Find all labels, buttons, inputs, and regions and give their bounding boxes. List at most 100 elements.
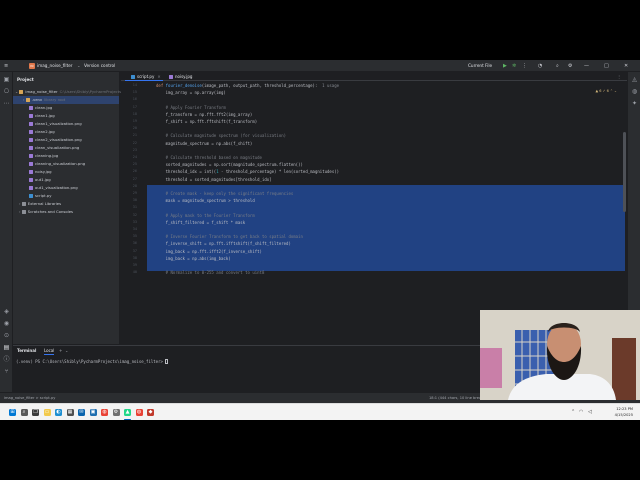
taskbar-edge-icon[interactable]: ◐ <box>55 409 62 416</box>
project-panel-title[interactable]: Project <box>17 77 34 82</box>
line-number: 24 <box>132 155 137 159</box>
python-packages-icon[interactable]: ◈ <box>3 308 10 315</box>
tree-item[interactable]: › Scratches and Consoles <box>13 208 119 216</box>
code-line[interactable]: f_shift_filtered = f_shift * mask <box>156 219 245 226</box>
tree-item[interactable]: cleaning.jpg <box>13 152 119 160</box>
more-tabs-icon[interactable]: ⋮ <box>617 72 621 81</box>
code-line[interactable]: # Calculate threshold based on magnitude <box>156 154 262 161</box>
tab-noisy-jpg[interactable]: noisy.jpg <box>165 72 203 81</box>
notifications-icon[interactable]: ◬ <box>631 76 638 83</box>
tab-script-py[interactable]: script.py ✕ <box>125 72 163 81</box>
problems-icon[interactable]: ⓘ <box>3 356 10 363</box>
breadcrumb[interactable]: imag_noise_filter > script.py <box>4 396 55 401</box>
code-line[interactable]: img_array = np.array(img) <box>156 89 226 96</box>
code-line[interactable]: # Create mask - keep only the significan… <box>156 190 294 197</box>
taskbar-settings-icon[interactable]: ⚙ <box>112 409 120 416</box>
python-console-icon[interactable]: ◉ <box>3 320 10 327</box>
tab-local[interactable]: Local <box>44 346 55 355</box>
taskbar-start-icon[interactable]: ⊞ <box>9 409 16 416</box>
user-icon[interactable]: ◔ <box>538 63 542 69</box>
database-icon[interactable]: ◍ <box>631 88 638 95</box>
debug-icon[interactable]: ✲ <box>512 63 516 69</box>
more-tools-icon[interactable]: ⋯ <box>3 100 10 107</box>
code-line[interactable]: f_transform = np.fft.fft2(img_array) <box>156 111 253 118</box>
run-icon[interactable]: ▶ <box>503 63 507 69</box>
close-icon[interactable]: ✕ <box>157 74 160 79</box>
folder-icon <box>19 89 24 94</box>
project-badge[interactable]: IN <box>29 63 35 69</box>
tree-item[interactable]: › .venv library root <box>13 96 119 104</box>
taskbar-photos-icon[interactable]: ▣ <box>89 409 97 416</box>
terminal-tool-icon[interactable]: ▤ <box>3 344 10 351</box>
code-line[interactable]: img_back = np.fft.ifft2(f_inverse_shift) <box>156 248 262 255</box>
code-line[interactable]: # Calculate magnitude spectrum (for visu… <box>156 132 286 139</box>
taskbar-chrome2-icon[interactable]: ◍ <box>135 409 143 416</box>
image-file-icon <box>169 74 173 79</box>
close-button[interactable]: ✕ <box>624 63 628 69</box>
more-icon[interactable]: ⋮ <box>522 63 527 69</box>
services-icon[interactable]: ⊙ <box>3 332 10 339</box>
new-tab-icon[interactable]: + <box>59 346 62 355</box>
minimize-button[interactable]: — <box>584 63 589 69</box>
chevron-up-icon[interactable]: ⌃ <box>571 409 575 416</box>
commit-tool-icon[interactable]: ⎔ <box>3 88 10 95</box>
taskbar-search-icon[interactable]: ⌕ <box>20 409 28 416</box>
hamburger-menu-icon[interactable]: ≡ <box>4 63 8 69</box>
project-selector[interactable]: imag_noise_filter <box>37 63 73 69</box>
taskbar-explorer-icon[interactable]: ▭ <box>43 409 51 416</box>
tree-item[interactable]: clean2_visualization.png <box>13 136 119 144</box>
tree-item[interactable]: clean1_visualization.png <box>13 120 119 128</box>
code-line[interactable]: sorted_magnitudes = np.sort(magnitude_sp… <box>156 161 303 168</box>
taskbar-mail-icon[interactable]: ✉ <box>78 409 85 416</box>
wifi-icon[interactable]: ◠ <box>579 409 583 416</box>
code-line[interactable]: # Normalize to 0-255 and convert to uint… <box>156 269 265 276</box>
code-area[interactable]: def fourier_denoise(image_path, output_p… <box>147 82 627 344</box>
gear-icon[interactable]: ⚙ <box>568 63 572 69</box>
chevron-down-icon[interactable]: ⌄ <box>77 63 81 69</box>
code-token: magnitude_spectrum = np.abs(f_shift) <box>156 140 253 146</box>
project-tool-icon[interactable]: ▣ <box>3 76 10 83</box>
taskbar-pycharm-icon[interactable]: ▲ <box>124 409 131 416</box>
git-icon[interactable]: ⑂ <box>3 368 10 375</box>
code-line[interactable]: f_inverse_shift = np.fft.ifftshift(f_shi… <box>156 240 291 247</box>
code-line[interactable]: mask = magnitude_spectrum > threshold <box>156 197 255 204</box>
tree-item[interactable]: › External Libraries <box>13 200 119 208</box>
taskbar-app-icon[interactable]: ◆ <box>147 409 154 416</box>
search-icon[interactable]: ⌕ <box>556 63 559 69</box>
system-clock[interactable]: 12:23 PM 4/15/2025 <box>615 406 633 418</box>
tree-item[interactable]: clean.jpg <box>13 104 119 112</box>
tree-item[interactable]: noisy.jpg <box>13 168 119 176</box>
code-line[interactable]: def fourier_denoise(image_path, output_p… <box>156 82 339 89</box>
code-line[interactable]: threshold = sorted_magnitudes[threshold_… <box>156 176 272 183</box>
terminal-prompt[interactable]: (.venv) PS C:\Users\Shibly\PycharmProjec… <box>16 359 168 364</box>
taskbar-store-icon[interactable]: ▦ <box>66 409 74 416</box>
tree-item[interactable]: clean_visualization.png <box>13 144 119 152</box>
code-line[interactable]: f_shift = np.fft.fftshift(f_transform) <box>156 118 258 125</box>
maximize-button[interactable]: □ <box>604 63 609 69</box>
code-line[interactable]: magnitude_spectrum = np.abs(f_shift) <box>156 140 253 147</box>
terminal-title[interactable]: Terminal <box>17 346 36 355</box>
code-line[interactable]: # Inverse Fourier Transform to get back … <box>156 233 303 240</box>
taskbar-taskview-icon[interactable]: ❐ <box>32 409 39 416</box>
code-line[interactable]: threshold_idx = int((1 - threshold_perce… <box>156 168 339 175</box>
run-config-selector[interactable]: Current File <box>468 63 492 69</box>
ai-assistant-icon[interactable]: ✦ <box>631 100 638 107</box>
chevron-down-icon[interactable]: ⌄ <box>65 346 68 355</box>
tree-item[interactable]: out1_visualization.png <box>13 184 119 192</box>
tree-item[interactable]: clean1.jpg <box>13 112 119 120</box>
tree-root[interactable]: ⌄ imag_noise_filter C:\Users\Shibly\Pycha… <box>15 88 155 96</box>
code-line[interactable]: img_back = np.abs(img_back) <box>156 255 231 262</box>
tree-item[interactable]: cleaning_visualization.png <box>13 160 119 168</box>
tree-item[interactable]: clean2.jpg <box>13 128 119 136</box>
code-line[interactable]: # Apply Fourier Transform <box>156 104 226 111</box>
vcs-menu[interactable]: Version control <box>84 63 115 69</box>
tree-item[interactable]: script.py <box>13 192 119 200</box>
tree-item[interactable]: out1.jpg <box>13 176 119 184</box>
code-line[interactable]: # Apply mask to the Fourier Transform <box>156 212 255 219</box>
volume-icon[interactable]: ◁ <box>588 409 592 416</box>
code-token: mask = magnitude_spectrum > threshold <box>156 198 255 204</box>
line-number: 14 <box>132 83 137 87</box>
editor-scrollbar[interactable] <box>623 132 626 212</box>
taskbar-chrome-icon[interactable]: ◍ <box>101 409 108 416</box>
line-number: 39 <box>132 263 137 267</box>
